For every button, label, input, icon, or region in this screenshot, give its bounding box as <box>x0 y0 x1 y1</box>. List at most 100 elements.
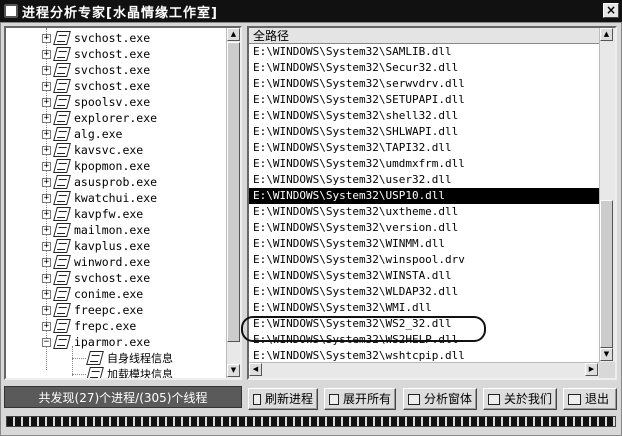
expand-all-button[interactable]: 展开所有 <box>324 388 396 410</box>
process-icon <box>53 143 71 157</box>
tree-item-process[interactable]: + kwatchui.exe <box>6 190 157 206</box>
module-row[interactable]: E:\WINDOWS\System32\user32.dll <box>249 172 599 188</box>
scroll-up-arrow-icon[interactable]: ▲ <box>227 28 240 41</box>
tree-item-process[interactable]: + frepc.exe <box>6 318 136 334</box>
expander-icon[interactable]: + <box>42 289 51 299</box>
column-header-full-path[interactable]: 全路径 <box>249 28 599 44</box>
tree-item-process[interactable]: + mailmon.exe <box>6 222 150 238</box>
module-row[interactable]: E:\WINDOWS\System32\TAPI32.dll <box>249 140 599 156</box>
tree-item-process[interactable]: + svchost.exe <box>6 270 150 286</box>
expander-icon[interactable]: + <box>42 257 51 267</box>
module-row[interactable]: E:\WINDOWS\System32\serwvdrv.dll <box>249 76 599 92</box>
process-tree[interactable]: + svchost.exe + svchost.exe + svchost.exe + svc… <box>4 26 242 380</box>
module-row[interactable]: E:\WINDOWS\System32\SHLWAPI.dll <box>249 124 599 140</box>
close-button[interactable]: × <box>603 3 619 18</box>
process-icon <box>53 79 71 93</box>
expander-icon[interactable]: + <box>42 65 51 75</box>
process-icon <box>53 223 71 237</box>
list-horizontal-scrollbar[interactable]: ◀ ▶ <box>249 362 599 378</box>
expander-icon[interactable]: + <box>42 193 51 203</box>
tree-item-process[interactable]: + alg.exe <box>6 126 122 142</box>
module-row[interactable]: E:\WINDOWS\System32\winspool.drv <box>249 252 599 268</box>
tree-item-process[interactable]: + svchost.exe <box>6 46 150 62</box>
scroll-up-arrow-icon[interactable]: ▲ <box>600 28 613 41</box>
process-name: conime.exe <box>74 287 144 301</box>
module-row[interactable]: E:\WINDOWS\System32\WINSTA.dll <box>249 268 599 284</box>
expander-icon[interactable]: + <box>42 273 51 283</box>
tree-item-process[interactable]: + conime.exe <box>6 286 143 302</box>
info-page-icon <box>86 351 104 365</box>
tree-item-process[interactable]: + kavpfw.exe <box>6 206 143 222</box>
tree-item-process[interactable]: + freepc.exe <box>6 302 143 318</box>
about-us-button[interactable]: 关於我们 <box>483 388 557 410</box>
process-icon <box>53 271 71 285</box>
scroll-thumb[interactable] <box>227 42 240 342</box>
tree-vertical-scrollbar[interactable]: ▲ ▼ <box>226 28 240 378</box>
module-row[interactable]: E:\WINDOWS\System32\WINMM.dll <box>249 236 599 252</box>
module-row[interactable]: E:\WINDOWS\System32\umdmxfrm.dll <box>249 156 599 172</box>
module-row[interactable]: E:\WINDOWS\System32\USP10.dll <box>249 188 599 204</box>
expander-icon[interactable]: + <box>42 33 51 43</box>
tree-item-process[interactable]: − iparmor.exe <box>6 334 150 350</box>
tree-item-process[interactable]: + kpopmon.exe <box>6 158 150 174</box>
process-name: svchost.exe <box>74 271 151 285</box>
module-row[interactable]: E:\WINDOWS\System32\WLDAP32.dll <box>249 284 599 300</box>
expander-icon[interactable]: + <box>42 225 51 235</box>
analyze-window-button[interactable]: 分析窗体 <box>403 388 477 410</box>
module-row[interactable]: E:\WINDOWS\System32\uxtheme.dll <box>249 204 599 220</box>
module-row[interactable]: E:\WINDOWS\System32\version.dll <box>249 220 599 236</box>
expander-icon[interactable]: + <box>42 321 51 331</box>
tree-item-process[interactable]: + spoolsv.exe <box>6 94 150 110</box>
exit-label: 退出 <box>585 392 610 406</box>
process-icon <box>53 335 71 349</box>
expander-icon[interactable]: + <box>42 241 51 251</box>
expander-icon[interactable]: + <box>42 209 51 219</box>
tree-item-process[interactable]: + asusprob.exe <box>6 174 157 190</box>
tree-item-process[interactable]: + svchost.exe <box>6 30 150 46</box>
tree-item-child[interactable]: 加载模块信息 <box>86 366 173 378</box>
module-row[interactable]: E:\WINDOWS\System32\shell32.dll <box>249 108 599 124</box>
process-name: mailmon.exe <box>74 223 151 237</box>
process-name: kpopmon.exe <box>74 159 151 173</box>
scroll-thumb[interactable] <box>600 200 613 348</box>
expander-icon[interactable]: + <box>42 49 51 59</box>
tree-item-process[interactable]: + winword.exe <box>6 254 150 270</box>
refresh-label: 刷新进程 <box>264 392 313 406</box>
tree-item-process[interactable]: + kavsvc.exe <box>6 142 143 158</box>
expander-icon[interactable]: + <box>42 145 51 155</box>
process-name: winword.exe <box>74 255 151 269</box>
module-row[interactable]: E:\WINDOWS\System32\SAMLIB.dll <box>249 44 599 60</box>
module-list[interactable]: 全路径 E:\WINDOWS\System32\SAMLIB.dll E:\WIN… <box>247 26 617 380</box>
scroll-down-arrow-icon[interactable]: ▼ <box>600 348 613 361</box>
process-icon <box>53 287 71 301</box>
module-row[interactable]: E:\WINDOWS\System32\SETUPAPI.dll <box>249 92 599 108</box>
module-row[interactable]: E:\WINDOWS\System32\Secur32.dll <box>249 60 599 76</box>
process-name: spoolsv.exe <box>74 95 151 109</box>
tree-item-child[interactable]: 自身线程信息 <box>86 350 173 366</box>
refresh-process-button[interactable]: 刷新进程 <box>248 388 318 410</box>
module-row[interactable]: E:\WINDOWS\System32\WS2_32.dll <box>249 316 599 332</box>
process-icon <box>53 159 71 173</box>
keyboard-icon <box>253 393 261 405</box>
expander-icon[interactable]: + <box>42 305 51 315</box>
tree-item-process[interactable]: + explorer.exe <box>6 110 157 126</box>
scroll-down-arrow-icon[interactable]: ▼ <box>227 364 240 377</box>
expander-icon[interactable]: + <box>42 97 51 107</box>
expander-icon[interactable]: + <box>42 177 51 187</box>
tree-item-process[interactable]: + svchost.exe <box>6 62 150 78</box>
exit-button[interactable]: 退出 <box>563 388 617 410</box>
scroll-right-arrow-icon[interactable]: ▶ <box>585 363 598 376</box>
process-icon <box>53 47 71 61</box>
expander-icon[interactable]: + <box>42 129 51 139</box>
tree-item-process[interactable]: + svchost.exe <box>6 78 150 94</box>
module-row[interactable]: E:\WINDOWS\System32\WS2HELP.dll <box>249 332 599 348</box>
process-name: kavplus.exe <box>74 239 151 253</box>
tree-item-process[interactable]: + kavplus.exe <box>6 238 150 254</box>
expander-icon[interactable]: − <box>42 337 51 347</box>
expander-icon[interactable]: + <box>42 161 51 171</box>
expander-icon[interactable]: + <box>42 81 51 91</box>
list-vertical-scrollbar[interactable]: ▲ ▼ <box>599 28 615 362</box>
expander-icon[interactable]: + <box>42 113 51 123</box>
scroll-left-arrow-icon[interactable]: ◀ <box>249 363 262 376</box>
module-row[interactable]: E:\WINDOWS\System32\WMI.dll <box>249 300 599 316</box>
